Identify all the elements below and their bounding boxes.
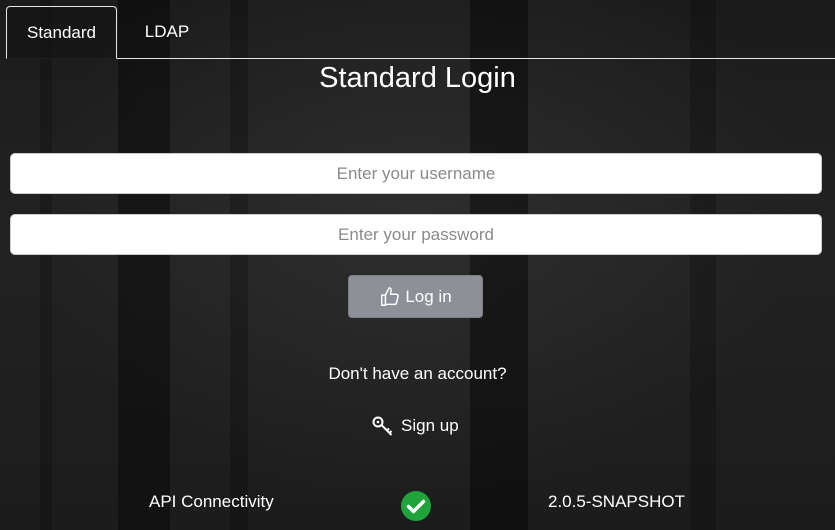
check-circle-icon [401,491,431,521]
signup-link[interactable]: Sign up [371,414,459,438]
thumbs-up-icon [381,286,400,306]
tab-ldap[interactable]: LDAP [124,6,210,58]
login-button[interactable]: Log in [348,275,483,318]
login-tabs: Standard LDAP [6,6,835,59]
version-label: 2.0.5-SNAPSHOT [548,492,685,511]
page-title: Standard Login [319,62,516,94]
signup-label: Sign up [401,416,459,435]
tab-standard[interactable]: Standard [6,6,117,59]
key-icon [372,416,393,436]
login-button-label: Log in [405,286,452,306]
username-input[interactable] [10,153,822,194]
api-connectivity-label: API Connectivity [149,492,274,511]
password-input[interactable] [10,214,822,255]
no-account-prompt: Don't have an account? [328,364,507,383]
